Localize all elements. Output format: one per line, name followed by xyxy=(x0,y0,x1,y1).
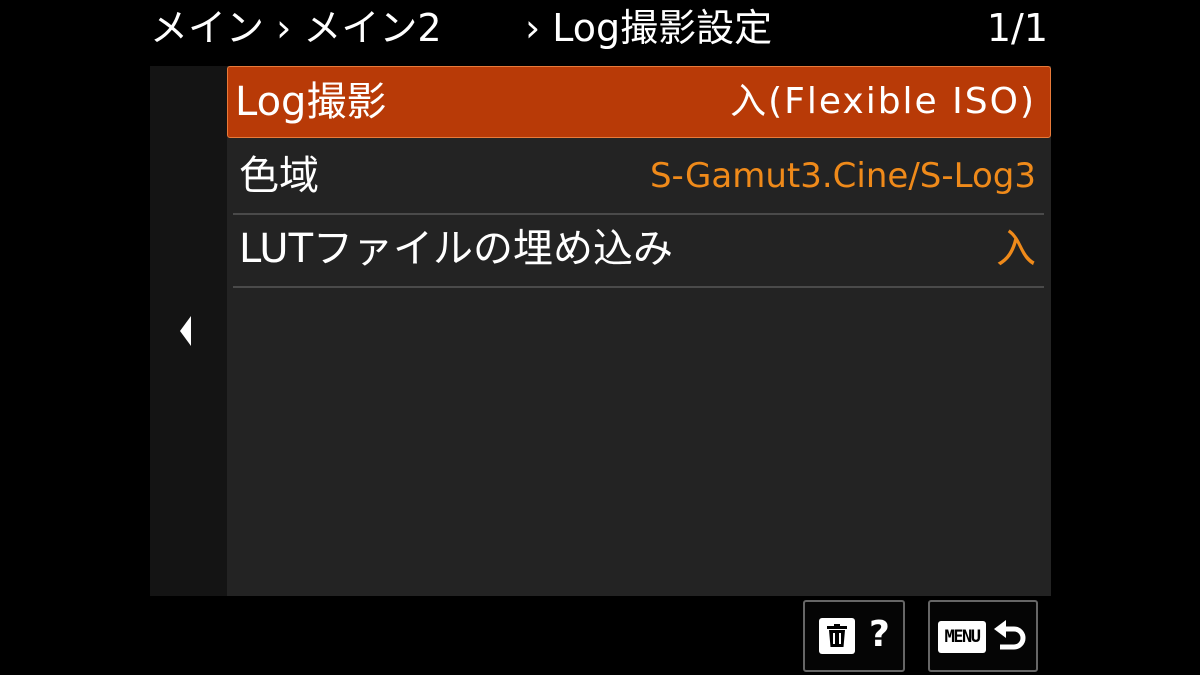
left-arrow-icon[interactable] xyxy=(180,316,191,346)
return-icon xyxy=(994,620,1026,650)
menu-list: Log撮影 入(Flexible ISO) 色域 S-Gamut3.Cine/S… xyxy=(227,66,1051,596)
menu-back-button[interactable]: MENU xyxy=(928,600,1038,672)
menu-icon: MENU xyxy=(938,621,986,653)
delete-help-button[interactable]: ? xyxy=(803,600,905,672)
menu-item-value: 入(Flexible ISO) xyxy=(730,81,1036,122)
menu-item-lut-embed[interactable]: LUTファイルの埋め込み 入 xyxy=(233,213,1044,288)
menu-item-color-gamut[interactable]: 色域 S-Gamut3.Cine/S-Log3 xyxy=(233,140,1044,215)
breadcrumb: メイン › メイン2 xyxy=(150,6,442,50)
menu-item-value: S-Gamut3.Cine/S-Log3 xyxy=(649,156,1036,196)
menu-item-label: 色域 xyxy=(239,153,319,199)
header-bar: メイン › メイン2 › Log撮影設定 1/1 xyxy=(0,0,1200,62)
trash-icon xyxy=(819,618,855,654)
menu-item-label: LUTファイルの埋め込み xyxy=(239,226,674,272)
page-indicator: 1/1 xyxy=(986,6,1048,50)
question-mark-icon: ? xyxy=(869,614,890,655)
menu-item-log-shooting[interactable]: Log撮影 入(Flexible ISO) xyxy=(227,66,1051,138)
menu-item-value: 入 xyxy=(996,226,1036,272)
side-panel xyxy=(150,66,227,596)
menu-item-label: Log撮影 xyxy=(235,79,387,125)
page-title: › Log撮影設定 xyxy=(525,6,773,50)
